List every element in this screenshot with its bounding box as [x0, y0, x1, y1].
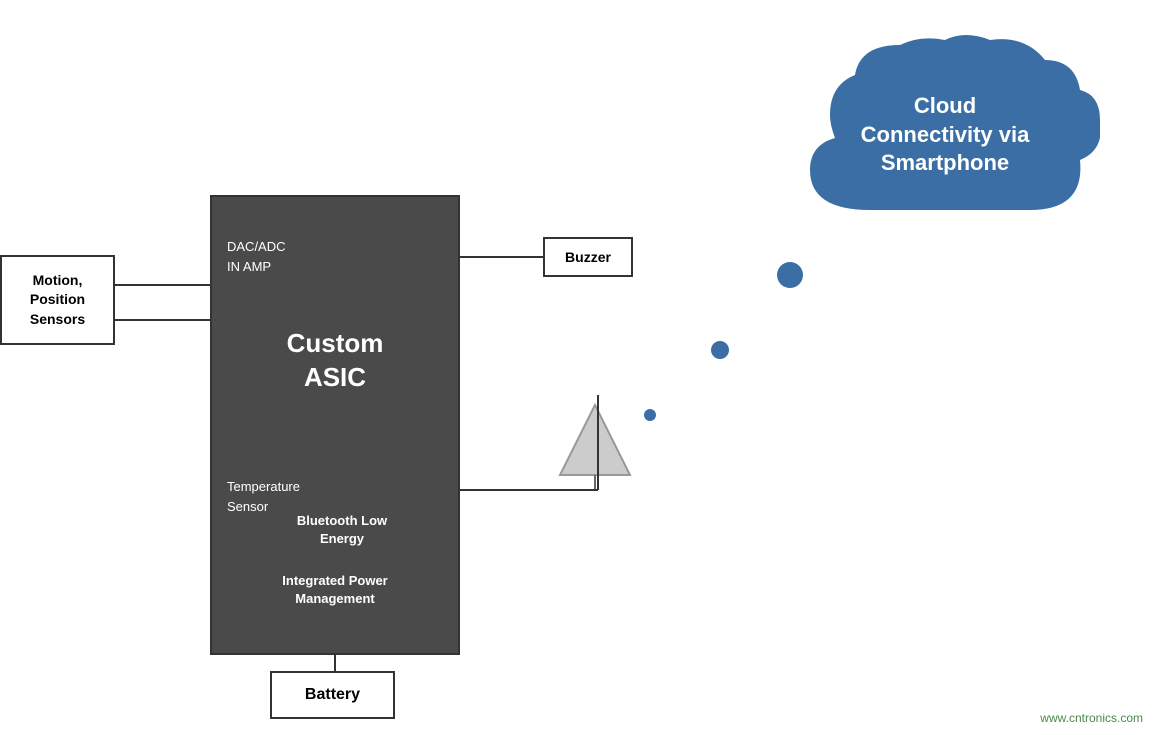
antenna-symbol	[555, 400, 635, 490]
asic-title: Custom ASIC	[212, 327, 458, 395]
buzzer-box: Buzzer	[543, 237, 633, 277]
battery-label: Battery	[305, 686, 360, 704]
dot-medium	[711, 341, 729, 359]
antenna-svg	[555, 400, 635, 490]
temp-sensor-label: Temperature Sensor	[227, 477, 300, 516]
motion-sensors-box: Motion, Position Sensors	[0, 255, 115, 345]
dac-label: DAC/ADC IN AMP	[227, 237, 286, 276]
dot-small	[644, 409, 656, 421]
ble-label: Bluetooth Low Energy	[282, 512, 402, 548]
dot-large	[777, 262, 803, 288]
power-management-label: Integrated Power Management	[212, 572, 458, 608]
asic-block: DAC/ADC IN AMP Custom ASIC Temperature S…	[210, 195, 460, 655]
watermark: www.cntronics.com	[1040, 711, 1143, 725]
buzzer-label: Buzzer	[565, 249, 611, 265]
cloud-container: Cloud Connectivity via Smartphone	[790, 30, 1100, 240]
cloud-text: Cloud Connectivity via Smartphone	[845, 92, 1045, 178]
battery-box: Battery	[270, 671, 395, 719]
motion-sensors-label: Motion, Position Sensors	[30, 271, 85, 330]
